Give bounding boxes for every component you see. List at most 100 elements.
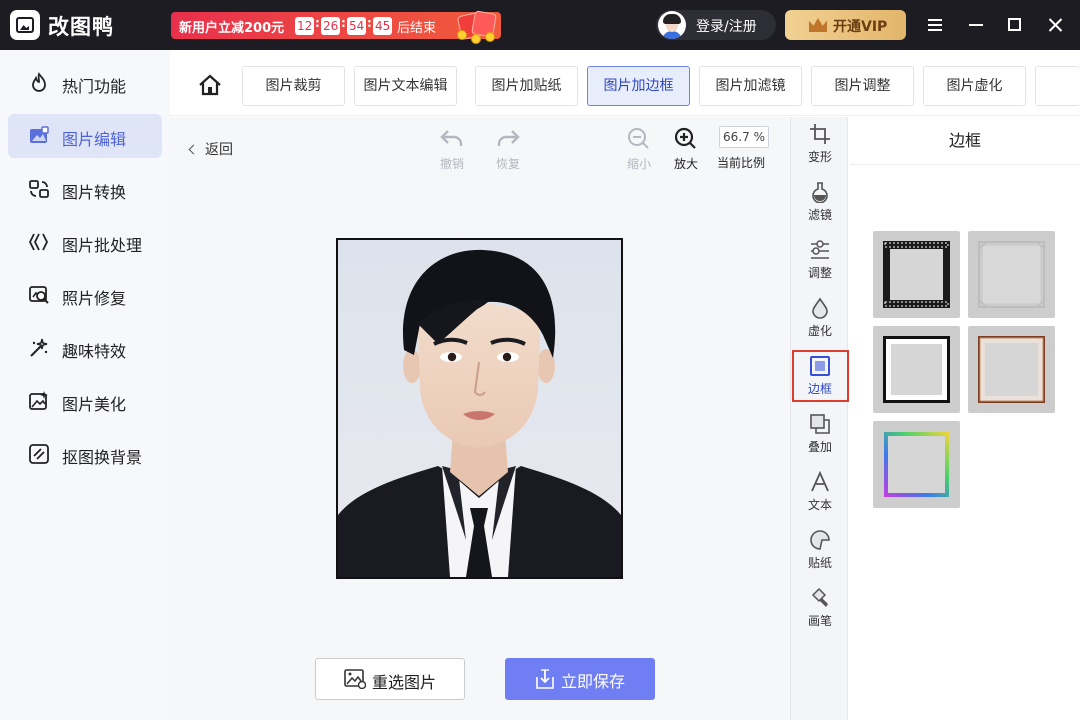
red-envelope-icon [455,10,499,44]
tool-label: 叠加 [807,440,832,454]
filter-icon [812,182,828,203]
countdown-ms: 45 [373,17,393,35]
zoom-caption: 当前比例 [717,156,766,170]
promo-banner[interactable]: 新用户立减200元 12 : 26 : 54 : 45 后结束 [171,10,501,44]
login-label: 登录/注册 [696,19,757,35]
tab-adjust[interactable]: 图片调整 [811,66,914,106]
sidebar-item-repair[interactable]: 照片修复 [8,273,162,317]
sidebar-item-label: 图片批处理 [62,236,143,255]
tab-crop[interactable]: 图片裁剪 [242,66,345,106]
tab-overflow[interactable] [1035,66,1080,106]
tab-sticker[interactable]: 图片加贴纸 [475,66,578,106]
frame-thumb-film[interactable] [873,231,960,318]
chevron-left-icon [188,144,199,155]
zoom-out-label: 缩小 [626,157,651,171]
batch-icon [28,233,49,251]
tab-text-edit[interactable]: 图片文本编辑 [354,66,457,106]
beautify-icon [29,391,48,410]
frame-thumb-rainbow[interactable] [873,421,960,508]
redo-button[interactable]: 恢复 [483,127,533,172]
close-icon[interactable] [1042,12,1068,38]
menu-icon[interactable] [922,12,948,38]
repair-icon [29,286,49,304]
sidebar-item-label: 趣味特效 [62,342,127,361]
tool-blur[interactable]: 虚化 [793,293,847,347]
active-tool-highlight [792,350,849,402]
back-button[interactable]: 返回 [188,139,233,159]
undo-icon [440,130,463,146]
cutout-icon [29,444,49,464]
zoom-in-icon [674,127,696,149]
convert-icon [29,180,49,198]
tool-overlay[interactable]: 叠加 [793,409,847,463]
edit-tool-column: 变形 滤镜 调整 虚化 边框 叠加 文本 贴纸 画笔 [790,117,849,720]
app-logo-icon [10,10,40,40]
vip-label: 开通VIP [833,19,888,35]
tool-label: 文本 [807,498,832,512]
vip-button[interactable]: 开通VIP [785,10,906,40]
sidebar-item-effects[interactable]: 趣味特效 [8,326,162,370]
sidebar-item-beautify[interactable]: 图片美化 [8,379,162,423]
brush-icon [811,587,828,607]
transform-icon [810,124,830,144]
zoom-in-button[interactable]: 放大 [661,127,711,172]
fire-icon [32,72,46,92]
tool-label: 虚化 [807,324,832,338]
save-label: 立即保存 [561,672,626,691]
sidebar-item-hot[interactable]: 热门功能 [8,61,162,105]
tab-filter[interactable]: 图片加滤镜 [699,66,802,106]
tool-label: 调整 [807,266,832,280]
sidebar-item-label: 热门功能 [62,77,127,96]
adjust-icon [811,240,829,259]
countdown-seconds: 54 [347,17,367,35]
tool-brush[interactable]: 画笔 [793,583,847,637]
portrait-photo [336,238,623,579]
tool-adjust[interactable]: 调整 [793,235,847,289]
maximize-icon[interactable] [1002,12,1028,38]
tab-border[interactable]: 图片加边框 [587,66,690,106]
feature-tab-bar: 图片裁剪 图片文本编辑 图片加贴纸 图片加边框 图片加滤镜 图片调整 图片虚化 [170,50,1080,116]
app-name: 改图鸭 [48,15,114,39]
image-edit-icon [30,126,49,143]
zoom-value[interactable]: 66.7 % [719,126,769,148]
frame-thumb-white[interactable] [873,326,960,413]
redo-label: 恢复 [495,157,520,171]
minimize-icon[interactable] [963,12,989,38]
crown-icon [809,18,827,32]
sidebar-item-batch[interactable]: 图片批处理 [8,220,162,264]
redo-icon [497,130,520,146]
text-icon [811,471,829,492]
sidebar: 热门功能 图片编辑 图片转换 图片批处理 照片修复 趣味特效 图片美化 抠图换背… [0,50,170,720]
sidebar-item-convert[interactable]: 图片转换 [8,167,162,211]
sidebar-item-label: 照片修复 [62,289,127,308]
sidebar-item-label: 抠图换背景 [62,448,143,467]
tool-sticker[interactable]: 贴纸 [793,525,847,579]
download-icon [536,669,554,689]
tool-filter[interactable]: 滤镜 [793,177,847,231]
title-bar: 改图鸭 新用户立减200元 12 : 26 : 54 : 45 后结束 登录/注… [0,0,1080,50]
tool-transform[interactable]: 变形 [793,119,847,173]
reselect-image-button[interactable]: 重选图片 [315,658,465,700]
tool-text[interactable]: 文本 [793,467,847,521]
overlay-icon [810,414,830,434]
sticker-icon [810,530,830,550]
undo-label: 撤销 [439,157,464,171]
zoom-out-button[interactable]: 缩小 [614,127,664,172]
tab-blur[interactable]: 图片虚化 [923,66,1026,106]
canvas-area: 返回 撤销 恢复 缩小 放大 66.7 % 当前比例 重选图片 立即保存 [170,117,790,720]
frame-thumb-brown[interactable] [968,326,1055,413]
countdown-minutes: 26 [321,17,341,35]
border-panel: 边框 [850,117,1080,720]
frame-thumb-ornate[interactable] [968,231,1055,318]
undo-button[interactable]: 撤销 [427,127,477,172]
login-button[interactable]: 登录/注册 [656,10,776,40]
home-icon[interactable] [198,74,222,96]
promo-suffix: 后结束 [397,21,437,36]
save-button[interactable]: 立即保存 [505,658,655,700]
sidebar-item-cutout[interactable]: 抠图换背景 [8,432,162,476]
blur-icon [812,297,828,319]
back-label: 返回 [205,142,233,158]
sidebar-item-image-edit[interactable]: 图片编辑 [8,114,162,158]
zoom-in-label: 放大 [673,157,698,171]
tool-label: 画笔 [807,614,832,628]
